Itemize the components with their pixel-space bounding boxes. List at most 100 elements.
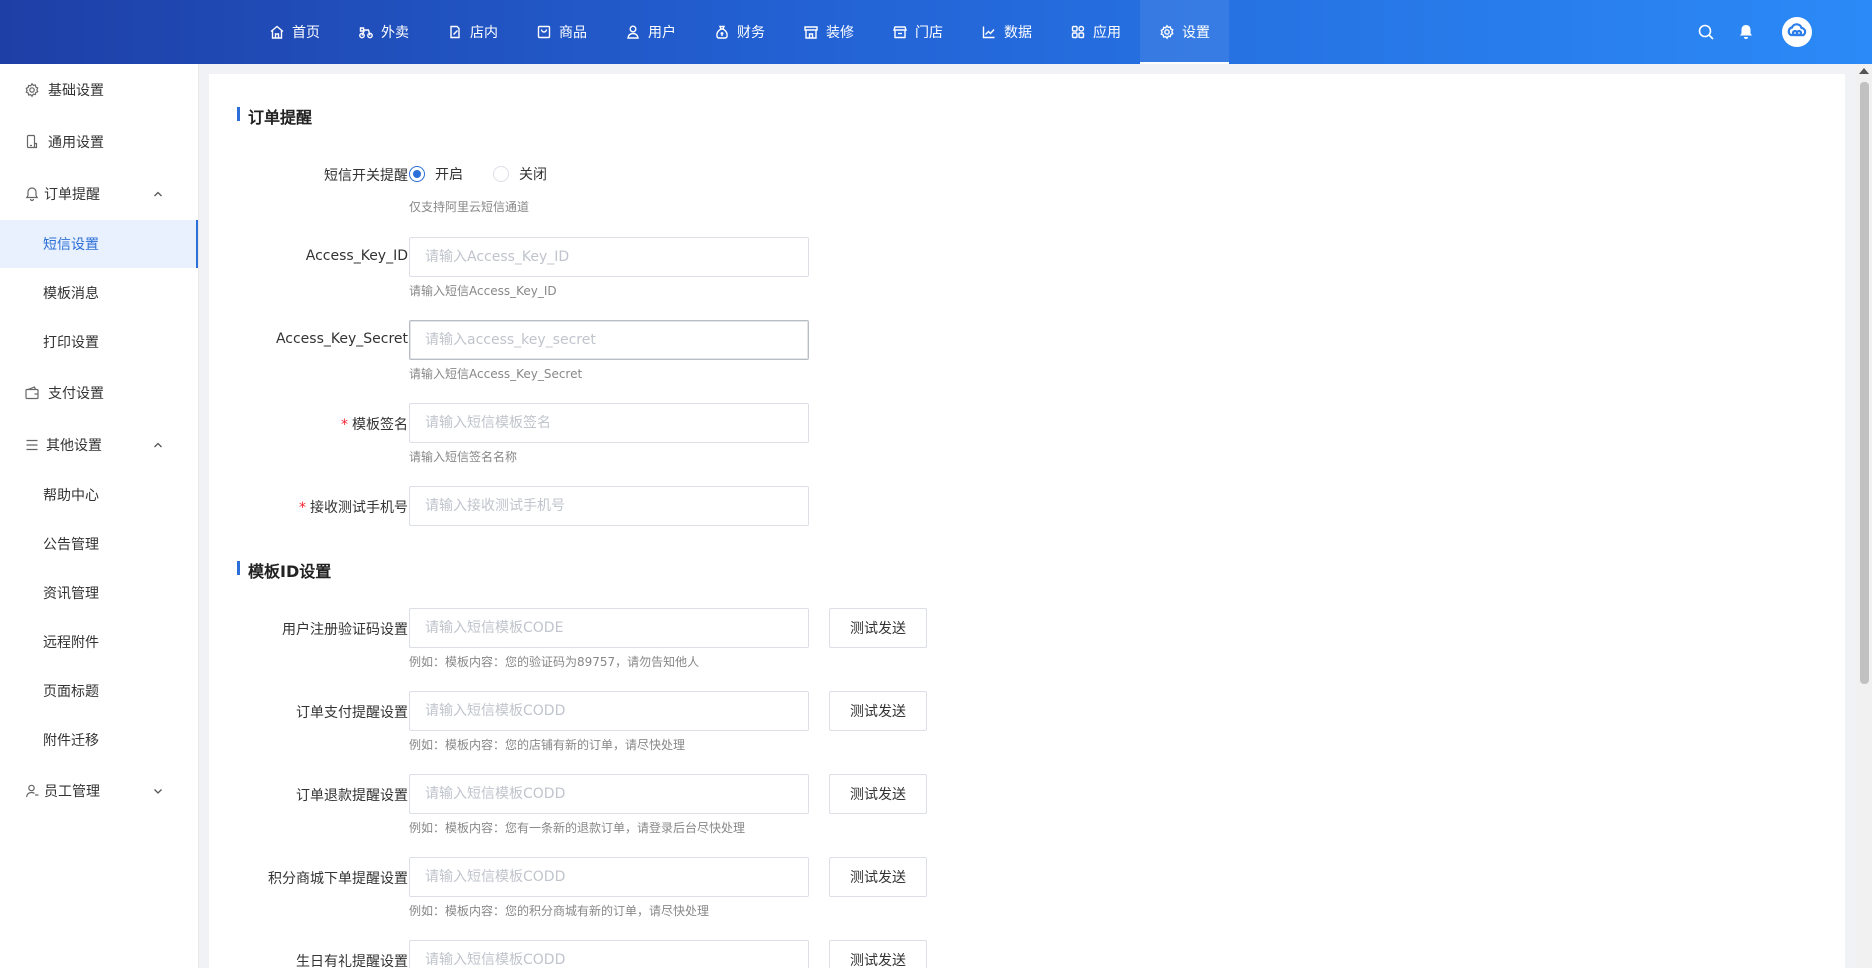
sidebar-item-print-settings[interactable]: 打印设置 bbox=[0, 318, 198, 366]
sidebar-item-announcements[interactable]: 公告管理 bbox=[0, 520, 198, 568]
test-phone-input[interactable] bbox=[409, 486, 809, 526]
template-row-hint: 例如：模板内容：您有一条新的退款订单，请登录后台尽快处理 bbox=[409, 821, 746, 835]
bag-icon bbox=[536, 24, 552, 40]
sidebar-item-label: 短信设置 bbox=[43, 237, 99, 253]
home-icon bbox=[269, 24, 285, 40]
template-row-label: 用户注册验证码设置 bbox=[282, 622, 408, 638]
sidebar-item-label: 员工管理 bbox=[44, 784, 100, 800]
money-bag-icon bbox=[714, 24, 730, 40]
chart-line-icon bbox=[981, 24, 997, 40]
template-sign-label-text: 模板签名 bbox=[352, 417, 408, 433]
wallet-icon bbox=[24, 385, 40, 401]
nav-stores-label: 门店 bbox=[915, 25, 943, 41]
bike-icon bbox=[358, 24, 374, 40]
access-key-id-input[interactable] bbox=[409, 237, 809, 277]
radio-unchecked-icon bbox=[493, 166, 509, 182]
nav-apps[interactable]: 应用 bbox=[1051, 0, 1140, 64]
test-send-button[interactable]: 测试发送 bbox=[829, 774, 927, 814]
test-phone-label: * 接收测试手机号 bbox=[299, 497, 408, 517]
sidebar-item-remote-attachments[interactable]: 远程附件 bbox=[0, 618, 198, 666]
user-icon bbox=[625, 24, 641, 40]
nav-goods[interactable]: 商品 bbox=[517, 0, 606, 64]
template-row-hint: 例如：模板内容：您的积分商城有新的订单，请尽快处理 bbox=[409, 904, 710, 918]
test-phone-label-text: 接收测试手机号 bbox=[310, 500, 408, 516]
template-code-input[interactable] bbox=[409, 774, 809, 814]
access-key-secret-hint: 请输入短信Access_Key_Secret bbox=[409, 367, 583, 381]
nav-users[interactable]: 用户 bbox=[606, 0, 695, 64]
nav-decoration-label: 装修 bbox=[826, 25, 854, 41]
sms-switch-on-radio[interactable]: 开启 bbox=[409, 164, 463, 184]
template-code-input[interactable] bbox=[409, 940, 809, 968]
access-key-secret-label: Access_Key_Secret bbox=[275, 331, 408, 347]
test-send-button[interactable]: 测试发送 bbox=[829, 857, 927, 897]
edit-icon bbox=[447, 24, 463, 40]
sidebar-item-page-titles[interactable]: 页面标题 bbox=[0, 667, 198, 715]
template-sign-label: * 模板签名 bbox=[341, 414, 408, 434]
sidebar-item-other-settings[interactable]: 其他设置 bbox=[0, 421, 198, 469]
nav-stores[interactable]: 门店 bbox=[873, 0, 962, 64]
top-navbar: 首页 外卖 店内 商品 用户 财务 装修 门店 数据 应用 设置 bbox=[0, 0, 1872, 64]
nav-home[interactable]: 首页 bbox=[250, 0, 339, 64]
shop-icon bbox=[803, 24, 819, 40]
nav-home-label: 首页 bbox=[292, 25, 320, 41]
nav-data[interactable]: 数据 bbox=[962, 0, 1051, 64]
sidebar-item-general-settings[interactable]: 通用设置 bbox=[0, 118, 198, 166]
sidebar-item-label: 帮助中心 bbox=[43, 488, 99, 504]
gear-icon bbox=[1159, 24, 1175, 40]
sidebar-item-news[interactable]: 资讯管理 bbox=[0, 569, 198, 617]
scrollbar[interactable] bbox=[1856, 64, 1872, 968]
template-code-input[interactable] bbox=[409, 608, 809, 648]
required-mark: * bbox=[341, 417, 348, 433]
avatar[interactable] bbox=[1782, 17, 1812, 47]
nav-decoration[interactable]: 装修 bbox=[784, 0, 873, 64]
chevron-up-icon bbox=[152, 439, 164, 451]
sidebar-item-order-reminder[interactable]: 订单提醒 bbox=[0, 170, 198, 218]
scrollbar-thumb[interactable] bbox=[1860, 82, 1869, 684]
template-row-label: 积分商城下单提醒设置 bbox=[268, 871, 408, 887]
template-row-hint: 例如：模板内容：您的店铺有新的订单，请尽快处理 bbox=[409, 738, 686, 752]
nav-apps-label: 应用 bbox=[1093, 25, 1121, 41]
nav-settings[interactable]: 设置 bbox=[1140, 0, 1229, 64]
nav-dine-in[interactable]: 店内 bbox=[428, 0, 517, 64]
nav-goods-label: 商品 bbox=[559, 25, 587, 41]
sidebar-item-template-message[interactable]: 模板消息 bbox=[0, 269, 198, 317]
sidebar-item-label: 页面标题 bbox=[43, 684, 99, 700]
template-sign-input[interactable] bbox=[409, 403, 809, 443]
template-row-label: 生日有礼提醒设置 bbox=[296, 954, 408, 968]
template-code-input[interactable] bbox=[409, 857, 809, 897]
nav-takeout[interactable]: 外卖 bbox=[339, 0, 428, 64]
sidebar-item-label: 公告管理 bbox=[43, 537, 99, 553]
test-send-button[interactable]: 测试发送 bbox=[829, 691, 927, 731]
sidebar-item-staff-management[interactable]: 员工管理 bbox=[0, 767, 198, 815]
sidebar-item-sms-settings[interactable]: 短信设置 bbox=[0, 220, 198, 268]
sidebar-item-help-center[interactable]: 帮助中心 bbox=[0, 471, 198, 519]
sidebar-item-attachment-migration[interactable]: 附件迁移 bbox=[0, 716, 198, 764]
nav-finance-label: 财务 bbox=[737, 25, 765, 41]
sidebar-item-basic-settings[interactable]: 基础设置 bbox=[0, 66, 198, 114]
sidebar-item-label: 打印设置 bbox=[43, 335, 99, 351]
sidebar-item-label: 支付设置 bbox=[48, 386, 104, 402]
sidebar-item-label: 通用设置 bbox=[48, 135, 104, 151]
template-code-input[interactable] bbox=[409, 691, 809, 731]
sms-switch-radio-group: 开启 关闭 bbox=[409, 164, 577, 184]
sidebar-item-payment-settings[interactable]: 支付设置 bbox=[0, 369, 198, 417]
nav-finance[interactable]: 财务 bbox=[695, 0, 784, 64]
nav-data-label: 数据 bbox=[1004, 25, 1032, 41]
user-icon bbox=[24, 783, 40, 799]
sms-switch-label: 短信开关提醒 bbox=[324, 168, 408, 184]
test-send-button[interactable]: 测试发送 bbox=[829, 940, 927, 968]
sidebar-item-label: 模板消息 bbox=[43, 286, 99, 302]
scroll-up-arrow-icon[interactable] bbox=[1859, 68, 1869, 74]
chevron-up-icon bbox=[152, 188, 164, 200]
search-icon[interactable] bbox=[1696, 22, 1716, 42]
test-send-button[interactable]: 测试发送 bbox=[829, 608, 927, 648]
access-key-id-label: Access_Key_ID bbox=[305, 248, 408, 264]
radio-on-label: 开启 bbox=[435, 167, 463, 183]
bell-icon[interactable] bbox=[1736, 22, 1756, 42]
sms-switch-off-radio[interactable]: 关闭 bbox=[493, 164, 547, 184]
settings-panel: 订单提醒 短信开关提醒 开启 关闭 仅支持阿里云短信通道 Access_Key_… bbox=[209, 74, 1845, 968]
sidebar-item-label: 其他设置 bbox=[46, 438, 102, 454]
nav-settings-label: 设置 bbox=[1182, 25, 1210, 41]
access-key-secret-input[interactable] bbox=[409, 320, 809, 360]
list-icon bbox=[24, 437, 40, 453]
